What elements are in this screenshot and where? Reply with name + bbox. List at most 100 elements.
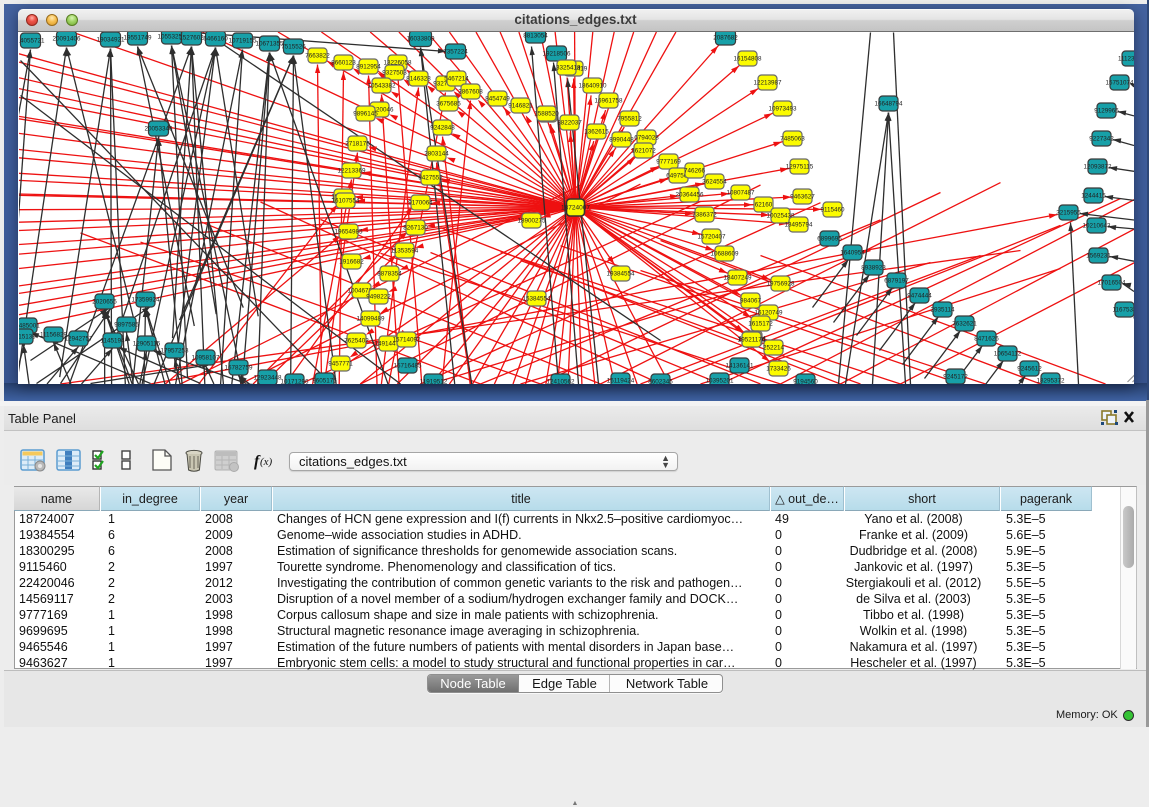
svg-text:9245172: 9245172 (943, 373, 968, 380)
svg-text:9457771: 9457771 (328, 360, 353, 367)
svg-text:3915139: 3915139 (19, 333, 36, 340)
svg-text:11156829: 11156829 (39, 331, 67, 338)
svg-text:8267130: 8267130 (403, 224, 428, 231)
svg-text:19654985: 19654985 (334, 228, 363, 235)
svg-text:7515526: 7515526 (281, 43, 306, 50)
svg-text:16119424: 16119424 (606, 377, 634, 383)
svg-text:1362615: 1362615 (584, 128, 609, 135)
svg-text:7955812: 7955812 (617, 115, 642, 122)
svg-text:7663822: 7663822 (305, 52, 330, 59)
svg-text:10543382: 10543382 (367, 82, 396, 89)
svg-text:2087682: 2087682 (713, 34, 738, 41)
svg-text:8471626: 8471626 (974, 335, 999, 342)
svg-text:1569231: 1569231 (1086, 252, 1111, 259)
svg-text:8146328: 8146328 (406, 75, 431, 82)
svg-text:7625402: 7625402 (344, 337, 369, 344)
svg-text:6879197: 6879197 (884, 277, 909, 284)
svg-text:16782759: 16782759 (224, 364, 253, 371)
svg-text:15720407: 15720407 (697, 233, 726, 240)
svg-text:17957253: 17957253 (160, 347, 189, 354)
svg-text:12905115: 12905115 (132, 340, 160, 347)
svg-text:16648794: 16648794 (874, 100, 903, 107)
svg-text:9194560: 9194560 (793, 378, 818, 383)
svg-text:14055721: 14055721 (19, 37, 45, 44)
svg-text:7386372: 7386372 (692, 211, 717, 218)
svg-text:9170064: 9170064 (408, 199, 433, 206)
svg-text:20053346: 20053346 (144, 125, 173, 132)
svg-text:746266: 746266 (683, 167, 705, 174)
svg-text:7485063: 7485063 (780, 135, 805, 142)
svg-text:19521176: 19521176 (737, 336, 765, 343)
svg-text:9146821: 9146821 (508, 102, 533, 109)
svg-text:15714092: 15714092 (392, 336, 421, 343)
svg-text:8878354: 8878354 (377, 270, 402, 277)
svg-text:1615172: 1615172 (748, 320, 773, 327)
svg-text:10395201: 10395201 (705, 377, 734, 383)
svg-text:15716485: 15716485 (393, 362, 422, 369)
svg-text:6794028: 6794028 (634, 134, 659, 141)
svg-text:19384554: 19384554 (606, 270, 635, 277)
svg-text:(x): (x) (260, 456, 273, 468)
svg-text:12093872: 12093872 (1083, 163, 1112, 170)
svg-text:1621072: 1621072 (631, 147, 656, 154)
svg-text:15384554: 15384554 (522, 295, 551, 302)
svg-text:14099489: 14099489 (356, 315, 385, 322)
svg-text:9777169: 9777169 (656, 158, 681, 165)
svg-text:8990448: 8990448 (609, 136, 634, 143)
svg-text:16033809: 16033809 (406, 35, 435, 42)
svg-text:12213987: 12213987 (753, 79, 782, 86)
svg-text:19756928: 19756928 (766, 280, 795, 287)
svg-text:2020655: 2020655 (92, 298, 117, 305)
svg-text:5467214: 5467214 (444, 75, 469, 82)
svg-text:18407249: 18407249 (723, 274, 752, 281)
svg-text:9897585: 9897585 (114, 321, 139, 328)
svg-text:19034921: 19034921 (96, 36, 125, 43)
svg-text:2935114: 2935114 (930, 306, 955, 313)
svg-text:17359924: 17359924 (131, 296, 160, 303)
svg-text:8813054: 8813054 (523, 32, 548, 39)
svg-text:1588520: 1588520 (534, 110, 559, 117)
svg-text:18640910: 18640910 (578, 82, 607, 89)
svg-text:11123427: 11123427 (1117, 55, 1133, 62)
svg-text:10973493: 10973493 (768, 105, 797, 112)
svg-text:1916682: 1916682 (339, 258, 364, 265)
svg-text:10958107: 10958107 (191, 354, 220, 361)
svg-text:6899695: 6899695 (817, 235, 842, 242)
svg-text:9463627: 9463627 (790, 193, 815, 200)
svg-text:11353594: 11353594 (390, 247, 418, 254)
svg-text:18724007: 18724007 (561, 204, 590, 211)
svg-text:1640954: 1640954 (840, 249, 865, 256)
svg-text:9129966: 9129966 (1094, 107, 1119, 114)
svg-text:10210643: 10210643 (1082, 222, 1111, 229)
svg-text:8912954: 8912954 (356, 63, 381, 70)
svg-text:2718176: 2718176 (345, 140, 370, 147)
svg-text:3624554: 3624554 (702, 178, 727, 185)
svg-text:13495794: 13495794 (784, 221, 813, 228)
svg-text:13325419: 13325419 (552, 64, 581, 71)
svg-text:62160: 62160 (754, 201, 772, 208)
svg-text:2867608: 2867608 (458, 88, 483, 95)
svg-text:17016504: 17016504 (1097, 279, 1126, 286)
svg-text:6466160: 6466160 (203, 35, 228, 42)
svg-text:16154808: 16154808 (733, 55, 762, 62)
svg-text:8454749: 8454749 (485, 95, 510, 102)
svg-text:9327503: 9327503 (382, 69, 407, 76)
svg-text:3675685: 3675685 (436, 100, 461, 107)
svg-text:9227342: 9227342 (1089, 135, 1114, 142)
svg-text:20364456: 20364456 (675, 191, 704, 198)
svg-text:20091406: 20091406 (52, 35, 81, 42)
svg-text:1244415: 1244415 (1081, 192, 1106, 199)
svg-text:12410562: 12410562 (546, 378, 575, 383)
svg-text:1527602: 1527602 (179, 34, 204, 41)
svg-text:9605175: 9605175 (312, 377, 337, 383)
svg-text:8602345: 8602345 (648, 378, 673, 383)
svg-text:984067: 984067 (739, 297, 761, 304)
svg-text:9242848: 9242848 (430, 124, 455, 131)
svg-text:11919512: 11919512 (419, 378, 447, 383)
svg-text:7632621: 7632621 (952, 320, 977, 327)
svg-text:10171296: 10171296 (280, 378, 309, 383)
svg-text:14136141: 14136141 (725, 362, 754, 369)
svg-text:16961758: 16961758 (594, 97, 623, 104)
svg-text:19218506: 19218506 (542, 50, 571, 57)
svg-text:9498222: 9498222 (366, 293, 391, 300)
